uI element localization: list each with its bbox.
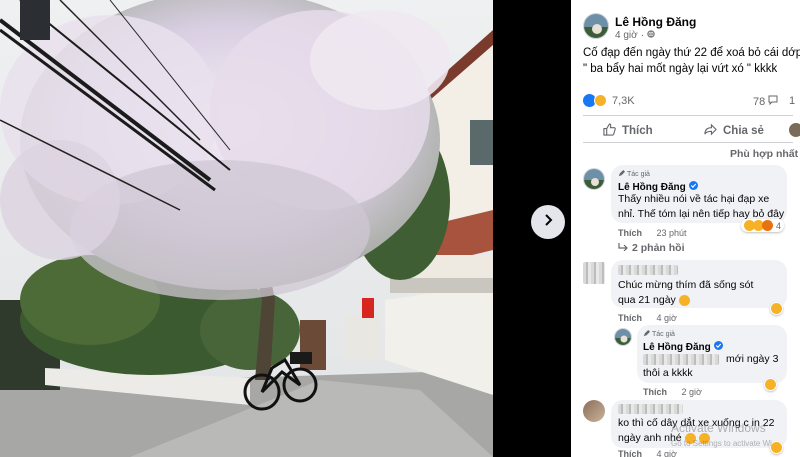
commenter-avatar[interactable]: [583, 168, 605, 190]
view-replies-link[interactable]: 2 phản hồi: [618, 242, 685, 254]
reply-text-line2: thôi a kkkk: [643, 367, 693, 379]
like-button[interactable]: Thích: [603, 123, 653, 139]
redacted-commenter-name: [618, 404, 683, 414]
share-count[interactable]: 1: [789, 95, 795, 107]
globe-icon: [647, 30, 655, 41]
comment-count-value: 78: [753, 95, 766, 108]
comment-like-button[interactable]: Thích: [618, 313, 642, 323]
comment-reaction-chip[interactable]: [764, 378, 777, 391]
reply-text-tail: mới ngày 3: [726, 353, 779, 365]
comment-sort-label: Phù hợp nhất: [730, 148, 799, 160]
comment-author-name[interactable]: Lê Hồng Đăng: [643, 341, 723, 353]
commenter-avatar[interactable]: [583, 400, 605, 422]
commenter-avatar[interactable]: [583, 262, 605, 284]
comment-reaction-chip[interactable]: [770, 302, 783, 315]
reaction-count: 7,3K: [612, 94, 635, 107]
activate-windows-subtitle: Go to Settings to activate Wi: [671, 439, 772, 448]
laughing-emoji-icon: [678, 294, 690, 306]
redacted-commenter-name: [618, 265, 678, 275]
street-flowering-tree-image: [0, 0, 493, 457]
pen-icon: [618, 170, 625, 179]
comment-like-button[interactable]: Thích: [618, 449, 642, 457]
viewer-avatar[interactable]: [789, 123, 800, 137]
reaction-summary[interactable]: 7,3K: [583, 94, 635, 107]
comment-text: Chúc mừng thím đã sống sót qua 21 ngày: [618, 278, 768, 308]
thumbs-up-icon: [603, 123, 616, 139]
comment-time: 4 giờ: [656, 313, 677, 323]
comment-author-text: Lê Hồng Đăng: [643, 341, 711, 353]
angry-reaction-icon: [762, 220, 773, 231]
pen-icon: [643, 330, 650, 339]
reply-arrow-icon: [618, 242, 628, 254]
comment-author-text: Lê Hồng Đăng: [618, 181, 686, 193]
post-meta: 4 giờ ·: [615, 30, 655, 41]
comment-time: 23 phút: [656, 228, 687, 238]
activate-windows-watermark: Activate Windows: [671, 421, 766, 435]
comment-count[interactable]: 78: [753, 95, 778, 108]
comment-actions: Thích 2 giờ: [643, 387, 702, 397]
redacted-mention: [643, 354, 719, 365]
author-badge: Tác giả: [618, 170, 650, 179]
share-arrow-icon: [704, 123, 717, 139]
verified-badge-icon: [713, 341, 723, 353]
post-side-panel: Lê Hồng Đăng 4 giờ · Cố đạp đến ngày thứ…: [571, 0, 800, 457]
comment-reaction-count: 4: [776, 220, 782, 231]
comment-icon: [768, 95, 778, 108]
comment-reaction-chip[interactable]: 4: [741, 219, 785, 232]
chevron-right-icon: [541, 213, 555, 232]
next-photo-button[interactable]: [531, 205, 565, 239]
comment-actions: Thích 4 giờ: [618, 313, 677, 323]
author-badge-label: Tác giả: [652, 331, 675, 338]
haha-reaction-icon: [771, 303, 782, 314]
post-author-name[interactable]: Lê Hồng Đăng: [615, 15, 696, 29]
haha-reaction-icon: [594, 94, 607, 107]
divider: [583, 115, 793, 116]
comment-time: 4 giờ: [656, 449, 677, 457]
haha-reaction-icon: [765, 379, 776, 390]
like-button-label: Thích: [622, 125, 653, 137]
author-badge-label: Tác giả: [627, 171, 650, 178]
post-photo[interactable]: [0, 0, 493, 457]
share-button[interactable]: Chia sẻ: [704, 123, 764, 139]
comment-like-button[interactable]: Thích: [618, 228, 642, 238]
haha-reaction-icon: [771, 442, 782, 453]
comment-text: Thấy nhiều nói về tác hại đạp xe nhỉ. Th…: [618, 193, 785, 220]
comment-time: 2 giờ: [681, 387, 702, 397]
reply-author-avatar[interactable]: [614, 328, 632, 346]
share-button-label: Chia sẻ: [723, 125, 764, 137]
comment-sort-dropdown[interactable]: Phù hợp nhất: [730, 148, 800, 160]
comment-like-button[interactable]: Thích: [643, 387, 667, 397]
post-caption: Cố đạp đến ngày thứ 22 để xoá bỏ cái dớp…: [583, 47, 800, 75]
post-time[interactable]: 4 giờ: [615, 30, 638, 41]
view-replies-label: 2 phản hồi: [632, 242, 685, 254]
comment-actions: Thích 4 giờ: [618, 449, 677, 457]
author-avatar[interactable]: [583, 13, 609, 39]
author-badge: Tác giả: [643, 330, 675, 339]
comment-actions: Thích 23 phút: [618, 228, 687, 238]
divider: [583, 142, 793, 143]
